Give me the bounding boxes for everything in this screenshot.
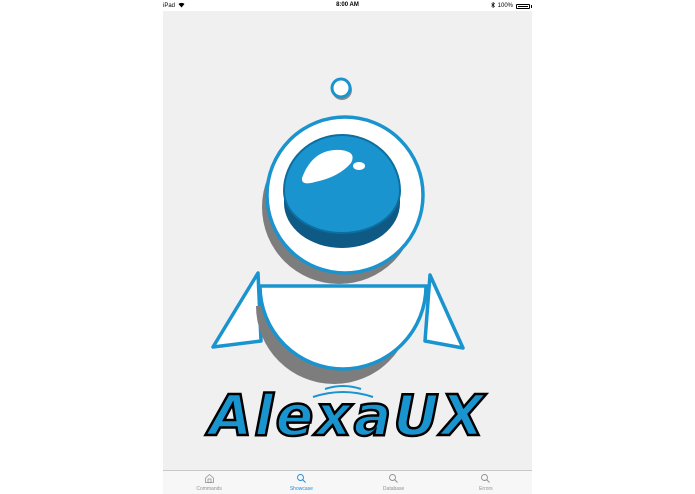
search-icon [389, 474, 398, 483]
battery-icon [516, 3, 530, 9]
tab-bar: Commands Showcase Database Errors [163, 470, 532, 494]
search-icon [481, 474, 491, 483]
logo-antenna [330, 77, 352, 99]
tab-label: Database [382, 486, 405, 492]
logo-eye [282, 134, 402, 234]
status-bar: iPad 8:00 AM 100% [0, 0, 695, 11]
logo-left-wing [211, 271, 263, 349]
battery-percent: 100% [497, 3, 513, 9]
tab-errors[interactable]: Errors [440, 471, 532, 494]
status-time: 8:00 AM [336, 2, 359, 8]
home-icon [204, 473, 214, 483]
tab-label: Errors [479, 486, 493, 492]
ipad-screen: iPad 8:00 AM 100% AlexaUX Commands Showc… [0, 0, 695, 494]
tab-showcase[interactable]: Showcase [255, 471, 347, 494]
battery-fill [518, 5, 528, 7]
search-icon [296, 474, 306, 483]
status-right: 100% [490, 1, 532, 10]
logo-right-wing [423, 273, 465, 350]
battery-tip [531, 4, 532, 8]
brand-title: AlexaUX [208, 384, 487, 449]
tab-label: Commands [196, 486, 222, 492]
bluetooth-icon [490, 1, 495, 10]
tab-commands[interactable]: Commands [163, 471, 255, 494]
tab-label: Showcase [289, 486, 313, 492]
logo-eye-dot [353, 162, 365, 170]
showcase-view: AlexaUX [163, 11, 532, 470]
tab-database[interactable]: Database [348, 471, 440, 494]
